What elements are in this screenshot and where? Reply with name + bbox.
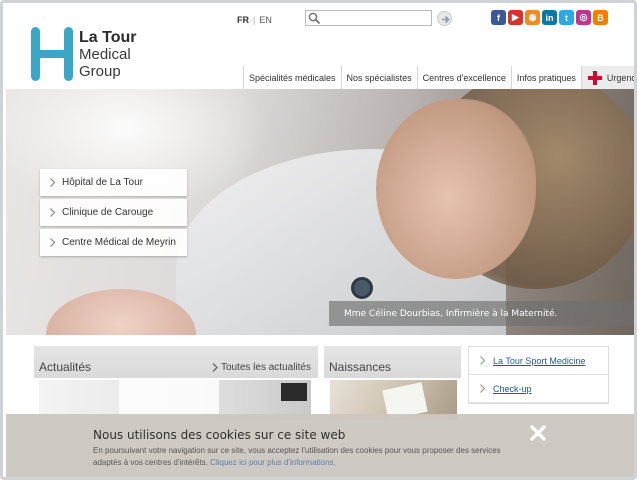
- news-title: Actualités: [39, 360, 92, 374]
- location-carouge[interactable]: Clinique de Carouge: [40, 199, 187, 226]
- location-label: Hôpital de La Tour: [62, 177, 143, 188]
- location-label: Clinique de Carouge: [62, 207, 154, 218]
- search-submit-button[interactable]: [437, 11, 452, 26]
- logo-line-1: La Tour: [79, 29, 137, 46]
- chevron-right-icon: [212, 363, 218, 372]
- cookie-text: En poursuivant votre navigation sur ce s…: [93, 445, 523, 469]
- close-icon[interactable]: [528, 423, 548, 443]
- chevron-right-icon: [480, 356, 486, 365]
- hero-photo-face: [376, 99, 536, 279]
- search-input[interactable]: [323, 12, 429, 24]
- nav-item-centres[interactable]: Centres d'excellence: [416, 66, 511, 89]
- twitter-icon[interactable]: t: [559, 10, 574, 25]
- cookie-title: Nous utilisons des cookies sur ce site w…: [93, 428, 346, 442]
- location-meyrin[interactable]: Centre Médical de Meyrin: [40, 229, 187, 256]
- arrow-right-icon: [442, 15, 450, 24]
- location-list: Hôpital de La Tour Clinique de Carouge C…: [40, 169, 187, 259]
- news-thumbnail-screen: [281, 383, 307, 401]
- births-panel-header: Naissances: [324, 346, 461, 378]
- hero-caption: Mme Céline Dourbias, Infirmière à la Mat…: [329, 301, 634, 326]
- chevron-right-icon: [50, 178, 56, 187]
- hero-banner: Hôpital de La Tour Clinique de Carouge C…: [6, 89, 634, 335]
- site-header: La Tour Medical Group FR | EN f ▶ ◉ in t ◎ B Spé…: [3, 3, 636, 89]
- all-news-label: Toutes les actualités: [220, 362, 311, 373]
- logo-h-icon: [31, 27, 73, 81]
- browser-frame: La Tour Medical Group FR | EN f ▶ ◉ in t ◎ B Spé…: [0, 0, 637, 480]
- news-panel-header: Actualités Toutes les actualités: [34, 346, 318, 378]
- nav-item-specialites[interactable]: Spécialités médicales: [243, 66, 341, 89]
- nav-item-urgences[interactable]: Urgences: [580, 66, 636, 89]
- all-news-link[interactable]: Toutes les actualités: [212, 362, 311, 373]
- youtube-icon[interactable]: ▶: [508, 10, 523, 25]
- location-hopital[interactable]: Hôpital de La Tour: [40, 169, 187, 196]
- lang-separator: |: [253, 15, 256, 25]
- social-links: f ▶ ◉ in t ◎ B: [491, 10, 608, 26]
- red-cross-icon: [587, 70, 602, 85]
- chevron-right-icon: [50, 238, 56, 247]
- nav-item-infos[interactable]: Infos pratiques: [510, 66, 581, 89]
- lang-en-link[interactable]: EN: [259, 15, 272, 25]
- rss-icon[interactable]: ◉: [525, 10, 540, 25]
- search-box: [305, 10, 432, 26]
- lang-fr-link[interactable]: FR: [237, 15, 249, 25]
- location-label: Centre Médical de Meyrin: [62, 237, 176, 248]
- site-logo[interactable]: La Tour Medical Group: [31, 27, 151, 85]
- quick-link-label: La Tour Sport Medicine: [493, 355, 586, 366]
- hero-photo-stethoscope: [351, 277, 373, 299]
- linkedin-icon[interactable]: in: [542, 10, 557, 25]
- blogger-icon[interactable]: B: [593, 10, 608, 25]
- quick-link-label: Check-up: [493, 383, 532, 394]
- logo-line-3: Group: [79, 63, 121, 80]
- cookie-more-info-link[interactable]: Cliquez ici pour plus d'informations.: [210, 458, 336, 467]
- cookie-banner: Nous utilisons des cookies sur ce site w…: [6, 414, 634, 477]
- main-nav: Spécialités médicales Nos spécialistes C…: [243, 66, 636, 89]
- quick-links: La Tour Sport Medicine Check-up: [468, 346, 609, 404]
- logo-wordmark: La Tour Medical Group: [79, 29, 136, 80]
- logo-line-2: Medical: [79, 46, 131, 63]
- facebook-icon[interactable]: f: [491, 10, 506, 25]
- quick-link-sport-medicine[interactable]: La Tour Sport Medicine: [469, 347, 608, 375]
- births-title: Naissances: [329, 360, 392, 374]
- chevron-right-icon: [50, 208, 56, 217]
- instagram-icon[interactable]: ◎: [576, 10, 591, 25]
- quick-link-check-up[interactable]: Check-up: [469, 375, 608, 403]
- chevron-right-icon: [480, 384, 486, 393]
- search-icon: [308, 12, 321, 25]
- language-switcher: FR | EN: [237, 15, 272, 25]
- hero-photo-baby: [46, 289, 196, 335]
- urgences-label: Urgences: [606, 72, 636, 83]
- nav-item-specialistes[interactable]: Nos spécialistes: [340, 66, 417, 89]
